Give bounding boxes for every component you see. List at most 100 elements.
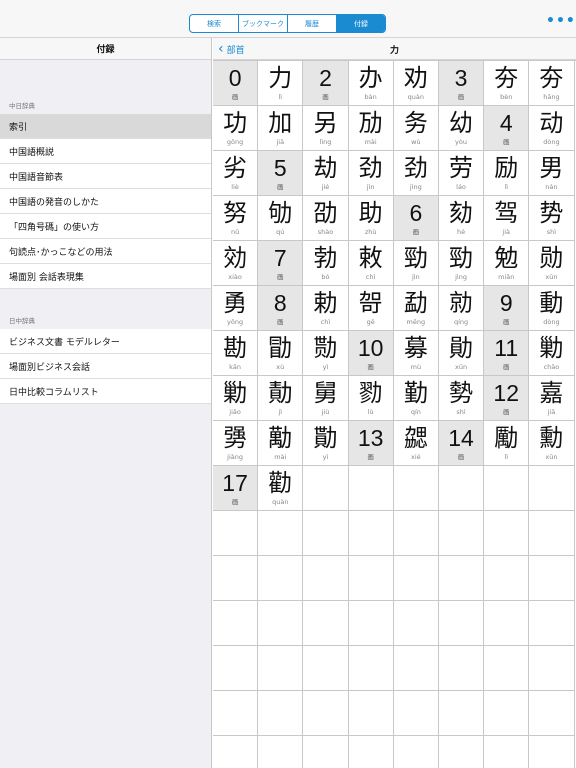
sidebar-item-conversation[interactable]: 場面別 会話表現集 xyxy=(0,264,211,289)
sidebar-item-punctuation[interactable]: 句読点･かっこなどの用法 xyxy=(0,239,211,264)
stroke-count-label: 画 xyxy=(322,93,329,101)
tab-bookmark[interactable]: ブックマーク xyxy=(239,15,288,32)
character-cell[interactable]: 募 mù xyxy=(393,331,439,376)
character-cell[interactable]: 動 dòng xyxy=(529,286,575,331)
character-cell[interactable]: 劢 mài xyxy=(348,106,394,151)
character-glyph: 勦 xyxy=(539,334,564,362)
character-cell[interactable]: 劬 qú xyxy=(258,196,304,241)
empty-cell xyxy=(303,646,349,691)
character-cell[interactable]: 励 lì xyxy=(484,151,530,196)
character-cell[interactable]: 勋 xūn xyxy=(529,241,575,286)
character-cell[interactable]: 幼 yòu xyxy=(438,106,485,151)
tab-appendix[interactable]: 付録 xyxy=(337,15,385,32)
character-cell[interactable]: 勱 mài xyxy=(258,421,304,466)
sidebar-item-column-list[interactable]: 日中比較コラムリスト xyxy=(0,379,211,404)
character-cell[interactable]: 勃 bó xyxy=(303,241,349,286)
stroke-count-number: 17 xyxy=(222,470,248,496)
character-cell[interactable]: 劭 shào xyxy=(303,196,349,241)
character-glyph: 哿 xyxy=(358,289,383,317)
pinyin-label: jiā xyxy=(547,408,556,416)
character-cell[interactable]: 舅 jiù xyxy=(303,376,349,421)
character-glyph: 勋 xyxy=(539,244,564,272)
character-cell[interactable]: 勍 qíng xyxy=(438,286,485,331)
character-cell[interactable]: 勵 lì xyxy=(484,421,530,466)
character-cell[interactable]: 効 xiào xyxy=(213,241,259,286)
character-cell[interactable]: 勁 jìn xyxy=(393,241,439,286)
character-cell[interactable]: 哿 gě xyxy=(348,286,394,331)
stroke-count-label: 画 xyxy=(457,453,465,461)
character-cell[interactable]: 勥 jiàng xyxy=(213,421,259,466)
pinyin-label: jià xyxy=(502,228,511,236)
sidebar-item-pronunciation[interactable]: 中国語の発音のしかた xyxy=(0,189,211,214)
tab-history[interactable]: 履歴 xyxy=(288,15,337,32)
empty-cell xyxy=(348,691,394,736)
character-cell[interactable]: 勩 yì xyxy=(303,421,349,466)
empty-cell xyxy=(529,691,575,736)
character-cell[interactable]: 勉 miǎn xyxy=(484,241,530,286)
character-cell[interactable]: 务 wù xyxy=(393,106,439,151)
pinyin-label: jìn xyxy=(366,183,375,191)
character-cell[interactable]: 勁 jìng xyxy=(438,241,485,286)
character-glyph: 勖 xyxy=(268,334,293,362)
stroke-count-header: 12 画 xyxy=(484,376,530,421)
empty-cell xyxy=(213,511,259,556)
character-cell[interactable]: 勣 jì xyxy=(258,376,304,421)
character-cell[interactable]: 勛 xūn xyxy=(438,331,485,376)
character-cell[interactable]: 劲 jìng xyxy=(393,151,439,196)
character-cell[interactable]: 力 lì xyxy=(258,61,304,106)
character-cell[interactable]: 勚 yì xyxy=(303,331,349,376)
sidebar-item-four-corner[interactable]: 「四角号碼」の使い方 xyxy=(0,214,211,239)
sidebar: 付録 中日辞典 索引 中国語概説 中国語音節表 中国語の発音のしかた 「四角号碼… xyxy=(0,38,212,768)
sidebar-item-business-conversation[interactable]: 場面別ビジネス会話 xyxy=(0,354,211,379)
character-cell[interactable]: 勦 jiǎo xyxy=(213,376,259,421)
character-cell[interactable]: 助 zhù xyxy=(348,196,394,241)
sidebar-item-index[interactable]: 索引 xyxy=(0,114,211,139)
character-cell[interactable]: 勳 xūn xyxy=(529,421,575,466)
character-cell[interactable]: 劲 jìn xyxy=(348,151,394,196)
character-cell[interactable]: 劳 láo xyxy=(438,151,485,196)
character-glyph: 嘉 xyxy=(539,379,564,407)
character-cell[interactable]: 勐 měng xyxy=(393,286,439,331)
character-cell[interactable]: 勰 xié xyxy=(393,421,439,466)
character-cell[interactable]: 功 gōng xyxy=(213,106,259,151)
character-cell[interactable]: 勅 chì xyxy=(303,286,349,331)
pinyin-label: lìng xyxy=(319,138,332,146)
character-cell[interactable]: 劾 hé xyxy=(438,196,485,241)
character-cell[interactable]: 努 nǔ xyxy=(213,196,259,241)
character-glyph: 敕 xyxy=(358,244,383,272)
character-cell[interactable]: 动 dòng xyxy=(529,106,575,151)
character-cell[interactable]: 劝 quàn xyxy=(393,61,439,106)
character-cell[interactable]: 劣 liè xyxy=(213,151,259,196)
character-cell[interactable]: 敕 chì xyxy=(348,241,394,286)
pinyin-label: xūn xyxy=(545,273,558,281)
character-cell[interactable]: 勘 kān xyxy=(213,331,259,376)
character-cell[interactable]: 势 shì xyxy=(529,196,575,241)
ellipsis-icon[interactable]: ••• xyxy=(546,14,575,28)
sidebar-item-syllable-table[interactable]: 中国語音節表 xyxy=(0,164,211,189)
character-cell[interactable]: 加 jiā xyxy=(258,106,304,151)
character-cell[interactable]: 勠 lù xyxy=(348,376,394,421)
empty-cell xyxy=(439,736,485,768)
character-cell[interactable]: 男 nán xyxy=(529,151,575,196)
character-cell[interactable]: 勤 qín xyxy=(393,376,439,421)
pinyin-label: mài xyxy=(364,138,377,146)
character-glyph: 力 xyxy=(268,64,293,92)
character-cell[interactable]: 勢 shì xyxy=(438,376,485,421)
pinyin-label: dòng xyxy=(543,318,560,326)
character-cell[interactable]: 勇 yǒng xyxy=(213,286,259,331)
character-cell[interactable]: 另 lìng xyxy=(303,106,349,151)
sidebar-item-overview[interactable]: 中国語概説 xyxy=(0,139,211,164)
character-cell[interactable]: 勸 quàn xyxy=(258,466,304,511)
character-cell[interactable]: 勖 xù xyxy=(258,331,304,376)
character-cell[interactable]: 夯 bèn xyxy=(484,61,530,106)
character-cell[interactable]: 勦 chāo xyxy=(529,331,575,376)
empty-cell xyxy=(303,511,349,556)
character-cell[interactable]: 驾 jià xyxy=(484,196,530,241)
character-cell[interactable]: 劫 jié xyxy=(303,151,349,196)
character-cell[interactable]: 嘉 jiā xyxy=(529,376,575,421)
character-cell[interactable]: 办 bàn xyxy=(348,61,394,106)
sidebar-item-business-letter[interactable]: ビジネス文書 モデルレター xyxy=(0,329,211,354)
tab-search[interactable]: 検索 xyxy=(190,15,239,32)
character-glyph: 劫 xyxy=(313,154,338,182)
character-cell[interactable]: 夯 hāng xyxy=(529,61,575,106)
